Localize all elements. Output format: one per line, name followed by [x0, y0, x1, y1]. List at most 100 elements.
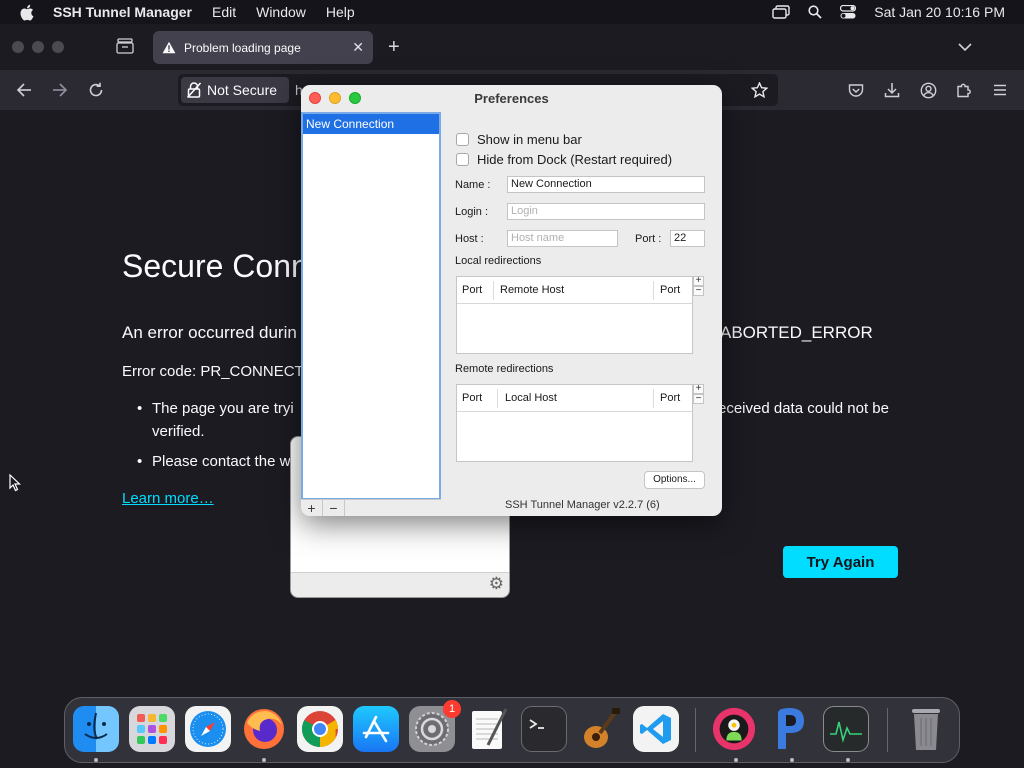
app-store-icon[interactable] — [353, 706, 399, 752]
remote-add-remove: + − — [693, 384, 704, 404]
bullet-two-text: Please contact the w — [152, 453, 291, 470]
chrome-icon[interactable] — [297, 706, 343, 752]
host-field[interactable]: Host name — [507, 230, 618, 247]
checkbox-box[interactable] — [456, 133, 469, 146]
forward-arrow-icon[interactable] — [50, 80, 70, 100]
local-table-header: Port Remote Host Port — [457, 277, 692, 304]
not-secure-indicator[interactable]: Not Secure — [181, 77, 289, 103]
column-header-port[interactable]: Port — [462, 392, 482, 404]
connection-list[interactable]: New Connection — [301, 112, 441, 500]
version-label: SSH Tunnel Manager v2.2.7 (6) — [505, 499, 660, 511]
menu-bar-clock[interactable]: Sat Jan 20 10:16 PM — [874, 4, 1005, 20]
remove-connection-button[interactable]: − — [323, 500, 345, 516]
login-field[interactable]: Login — [507, 203, 705, 220]
bullet-one-text-line2: verified. — [152, 423, 205, 440]
learn-more-link[interactable]: Learn more… — [122, 490, 214, 507]
dock-separator — [695, 708, 696, 752]
bookmark-star-icon[interactable] — [749, 80, 769, 100]
port-label: Port : — [635, 233, 662, 245]
menu-edit[interactable]: Edit — [212, 4, 236, 20]
launchpad-icon[interactable] — [129, 706, 175, 752]
browser-tab-bar: Problem loading page ✕ + — [0, 24, 1024, 70]
ssh-tunnel-manager-icon[interactable] — [711, 706, 757, 752]
prefs-close-button[interactable] — [309, 92, 321, 104]
bullet-dot: • — [137, 453, 143, 470]
tab-close-icon[interactable]: ✕ — [352, 39, 364, 56]
list-all-tabs-chevron-icon[interactable] — [958, 39, 972, 57]
show-in-menu-bar-checkbox[interactable]: Show in menu bar — [456, 132, 582, 147]
warning-icon — [162, 41, 176, 54]
remote-redirections-table[interactable]: Port Local Host Port — [456, 384, 693, 462]
app-name-menu[interactable]: SSH Tunnel Manager — [53, 4, 192, 20]
options-button[interactable]: Options... — [644, 471, 705, 489]
remote-table-header: Port Local Host Port — [457, 385, 692, 412]
control-center-icon[interactable] — [840, 5, 857, 19]
garageband-icon[interactable] — [577, 706, 623, 752]
checkbox-box[interactable] — [456, 153, 469, 166]
window-minimize-button[interactable] — [32, 41, 44, 53]
remove-remote-redirection-button[interactable]: − — [693, 394, 704, 404]
safari-icon[interactable] — [185, 706, 231, 752]
column-header-remote-host[interactable]: Remote Host — [500, 284, 564, 296]
system-settings-icon[interactable]: 1 — [409, 700, 461, 752]
column-header-port[interactable]: Port — [660, 284, 680, 296]
port-field[interactable]: 22 — [670, 230, 705, 247]
error-code: Error code: PR_CONNECT — [122, 363, 304, 380]
local-redirections-table[interactable]: Port Remote Host Port — [456, 276, 693, 354]
trash-icon[interactable] — [903, 706, 949, 752]
extensions-puzzle-icon[interactable] — [954, 80, 974, 100]
column-divider — [653, 281, 654, 300]
error-page-title: Secure Conn — [122, 248, 309, 284]
prefs-zoom-button[interactable] — [349, 92, 361, 104]
finder-icon[interactable] — [73, 706, 119, 752]
terminal-icon[interactable] — [521, 706, 567, 752]
remote-redirections-label: Remote redirections — [455, 363, 554, 375]
downloads-icon[interactable] — [882, 80, 902, 100]
firefox-view-icon[interactable] — [116, 38, 136, 56]
menu-help[interactable]: Help — [326, 4, 355, 20]
preferences-title: Preferences — [474, 91, 549, 106]
back-arrow-icon[interactable] — [14, 80, 34, 100]
preferences-window: Preferences New Connection + − Show in m… — [301, 85, 722, 516]
window-zoom-button[interactable] — [52, 41, 64, 53]
hamburger-menu-icon[interactable] — [990, 80, 1010, 100]
gear-icon[interactable]: ⚙ — [489, 574, 504, 594]
prefs-minimize-button[interactable] — [329, 92, 341, 104]
name-field[interactable]: New Connection — [507, 176, 705, 193]
vscode-icon[interactable] — [633, 706, 679, 752]
column-header-port[interactable]: Port — [462, 284, 482, 296]
local-redirections-label: Local redirections — [455, 255, 542, 267]
apple-menu-icon[interactable] — [19, 4, 37, 21]
add-connection-button[interactable]: + — [301, 500, 323, 516]
spotlight-search-icon[interactable] — [808, 5, 822, 19]
new-tab-plus-icon[interactable]: + — [388, 36, 400, 59]
connection-list-item[interactable]: New Connection — [303, 114, 439, 134]
mouse-cursor-icon — [9, 473, 22, 497]
account-icon[interactable] — [918, 80, 938, 100]
hide-from-dock-checkbox[interactable]: Hide from Dock (Restart required) — [456, 152, 672, 167]
column-header-local-host[interactable]: Local Host — [505, 392, 557, 404]
error-description-tail: ABORTED_ERROR — [720, 323, 873, 342]
activity-monitor-icon[interactable] — [823, 706, 869, 752]
tab-problem-loading[interactable]: Problem loading page ✕ — [153, 31, 373, 64]
running-indicator — [262, 758, 266, 762]
menu-window[interactable]: Window — [256, 4, 306, 20]
bullet-dot: • — [137, 400, 143, 417]
bullet-one-text-tail: eceived data could not be — [718, 400, 889, 417]
column-divider — [497, 389, 498, 408]
remove-local-redirection-button[interactable]: − — [693, 286, 704, 296]
pycharm-icon[interactable] — [767, 706, 813, 752]
dock: 1 — [64, 697, 960, 763]
running-indicator — [94, 758, 98, 762]
column-header-port[interactable]: Port — [660, 392, 680, 404]
running-indicator — [846, 758, 850, 762]
firefox-icon[interactable] — [241, 706, 287, 752]
reload-icon[interactable] — [86, 80, 106, 100]
try-again-button[interactable]: Try Again — [783, 546, 898, 578]
window-close-button[interactable] — [12, 41, 24, 53]
screen-mirroring-icon[interactable] — [772, 5, 790, 19]
textedit-icon[interactable] — [465, 706, 511, 752]
column-divider — [653, 389, 654, 408]
pocket-icon[interactable] — [846, 80, 866, 100]
dock-separator — [887, 708, 888, 752]
